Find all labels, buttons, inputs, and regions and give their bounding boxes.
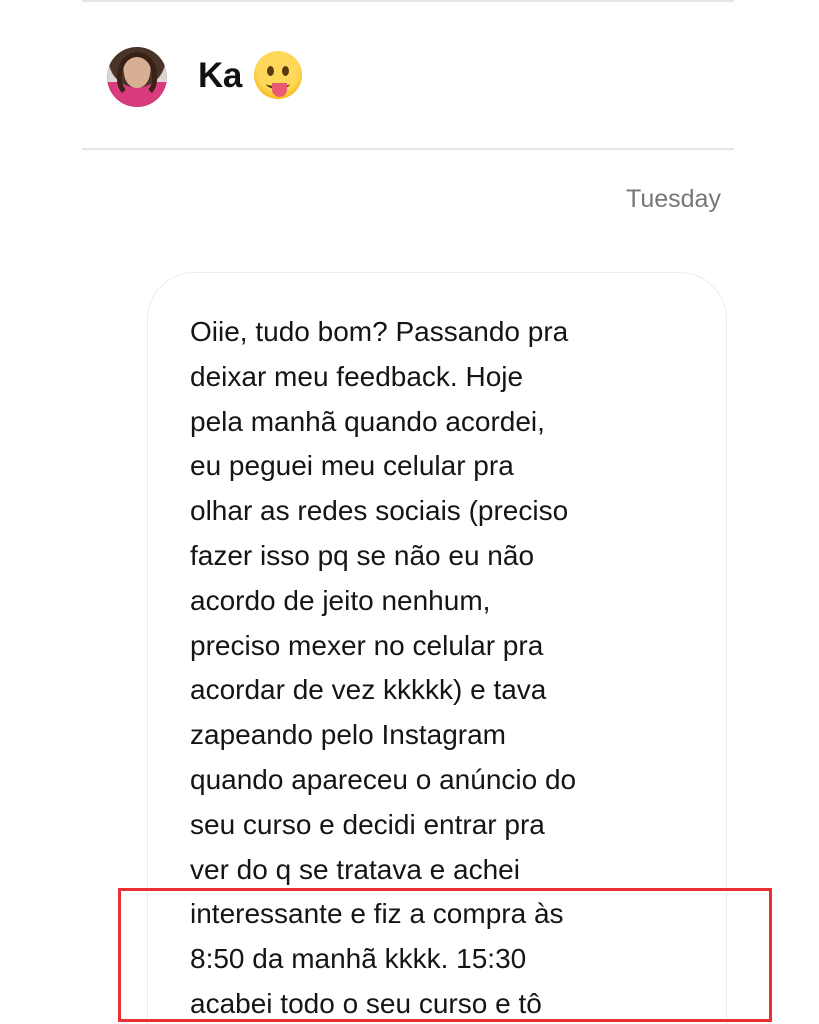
conversation-header: Ka	[82, 20, 734, 132]
contact-name[interactable]: Ka	[198, 54, 242, 98]
avatar[interactable]	[107, 47, 167, 107]
message-screen: Ka Tuesday Oiie, tudo bom? Passando pra …	[0, 0, 819, 1024]
top-divider	[82, 0, 734, 2]
header-divider	[82, 148, 734, 150]
date-label: Tuesday	[626, 185, 721, 213]
emoji-right-eye	[282, 66, 289, 76]
emoji-tongue	[272, 83, 287, 97]
highlight-box	[118, 888, 772, 1022]
emoji-left-eye	[267, 66, 274, 76]
tongue-out-emoji-icon	[254, 51, 302, 99]
profile-hair-icon	[117, 52, 157, 98]
